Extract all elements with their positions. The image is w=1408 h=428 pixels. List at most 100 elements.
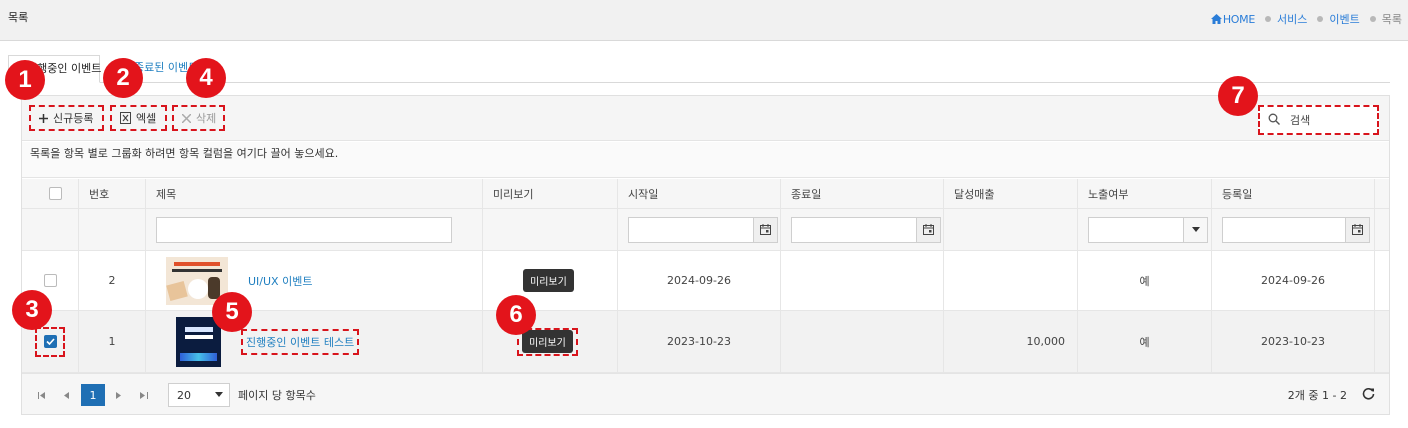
page-info: 2개 중 1 - 2 bbox=[1287, 389, 1347, 402]
row-checkbox[interactable] bbox=[43, 274, 57, 287]
row-sales bbox=[944, 251, 1078, 310]
row-sales: 10,000 bbox=[944, 311, 1078, 372]
first-page-icon[interactable] bbox=[32, 384, 52, 406]
page-size-select[interactable]: 20 bbox=[168, 383, 230, 407]
title-filter-input[interactable] bbox=[156, 216, 452, 243]
row-start-date: 2024-09-26 bbox=[618, 251, 781, 310]
annotation-badge-2: 2 bbox=[103, 58, 143, 98]
page-size-value: 20 bbox=[177, 388, 191, 402]
delete-button-label: 삭제 bbox=[196, 112, 217, 125]
calendar-icon[interactable] bbox=[1345, 217, 1369, 242]
row-registered-date: 2024-09-26 bbox=[1212, 251, 1375, 310]
start-date-filter[interactable] bbox=[628, 216, 778, 243]
row-end-date bbox=[781, 311, 944, 372]
breadcrumb-separator bbox=[1265, 16, 1271, 22]
title-link-highlight: 진행중인 이벤트 테스트 bbox=[241, 328, 360, 355]
last-page-icon[interactable] bbox=[134, 384, 154, 406]
scrollbar-gutter bbox=[1375, 251, 1389, 310]
column-header-preview[interactable]: 미리보기 bbox=[483, 179, 618, 208]
annotation-badge-4: 4 bbox=[186, 58, 226, 98]
filter-cell-registered bbox=[1212, 209, 1375, 250]
filter-cell-exposed bbox=[1078, 209, 1212, 250]
chevron-down-icon bbox=[215, 390, 223, 400]
filter-cell-empty bbox=[22, 209, 79, 250]
scrollbar-gutter bbox=[1375, 179, 1389, 208]
breadcrumb-separator bbox=[1369, 16, 1376, 22]
header-select-all[interactable] bbox=[22, 179, 79, 208]
annotation-badge-6: 6 bbox=[496, 295, 536, 335]
calendar-icon[interactable] bbox=[753, 217, 777, 242]
delete-button[interactable]: 삭제 bbox=[172, 105, 225, 131]
table-filter-row bbox=[22, 209, 1389, 251]
column-header-start-date[interactable]: 시작일 bbox=[618, 179, 781, 208]
filter-cell-empty bbox=[79, 209, 146, 250]
event-grid-panel: 신규등록 엑셀 삭제 목록을 항목 별로 그룹화 하려면 항목 컬럼을 여기다 … bbox=[21, 95, 1390, 415]
column-header-end-date[interactable]: 종료일 bbox=[781, 179, 944, 208]
filter-cell-title bbox=[146, 209, 483, 250]
add-button-label: 신규등록 bbox=[53, 112, 94, 125]
preview-button[interactable]: 미리보기 bbox=[522, 330, 573, 353]
excel-file-icon bbox=[120, 112, 131, 124]
row-number: 2 bbox=[79, 251, 146, 310]
filter-cell-end-date bbox=[781, 209, 944, 250]
annotation-badge-7: 7 bbox=[1218, 76, 1258, 116]
row-number: 1 bbox=[79, 311, 146, 372]
refresh-icon[interactable] bbox=[1362, 387, 1375, 403]
breadcrumb: HOME 서비스 이벤트 목록 bbox=[1210, 11, 1402, 27]
breadcrumb-current: 목록 bbox=[1381, 13, 1402, 26]
scrollbar-gutter bbox=[1375, 209, 1389, 250]
excel-button-label: 엑셀 bbox=[136, 112, 157, 125]
pager: 1 20 페이지 당 항목수 2개 중 1 - 2 bbox=[22, 373, 1389, 414]
chevron-down-icon[interactable] bbox=[1183, 217, 1207, 242]
row-end-date bbox=[781, 251, 944, 310]
plus-icon bbox=[39, 113, 48, 123]
row-title-cell: UI/UX 이벤트 bbox=[146, 251, 483, 310]
page-number-current[interactable]: 1 bbox=[81, 384, 105, 406]
prev-page-icon[interactable] bbox=[56, 384, 76, 406]
column-header-exposed[interactable]: 노출여부 bbox=[1078, 179, 1212, 208]
filter-cell-start-date bbox=[618, 209, 781, 250]
event-thumbnail bbox=[176, 316, 221, 367]
preview-button[interactable]: 미리보기 bbox=[523, 269, 574, 292]
page-title: 목록 bbox=[8, 11, 29, 24]
excel-button[interactable]: 엑셀 bbox=[110, 105, 167, 131]
filter-cell-empty bbox=[944, 209, 1078, 250]
end-date-filter[interactable] bbox=[791, 216, 941, 243]
annotation-badge-3: 3 bbox=[12, 290, 52, 330]
column-header-sales[interactable]: 달성매출 bbox=[944, 179, 1078, 208]
close-icon bbox=[182, 113, 191, 123]
registered-date-filter[interactable] bbox=[1222, 216, 1370, 243]
breadcrumb-service[interactable]: 서비스 bbox=[1277, 11, 1307, 27]
select-all-checkbox[interactable] bbox=[48, 187, 62, 200]
event-title-link[interactable]: UI/UX 이벤트 bbox=[248, 273, 312, 289]
table-header-row: 번호 제목 미리보기 시작일 종료일 달성매출 노출여부 등록일 bbox=[22, 179, 1389, 209]
column-header-no[interactable]: 번호 bbox=[79, 179, 146, 208]
exposed-filter-select[interactable] bbox=[1088, 216, 1208, 243]
breadcrumb-home[interactable]: HOME bbox=[1210, 13, 1255, 26]
row-start-date: 2023-10-23 bbox=[618, 311, 781, 372]
checkmark-icon bbox=[45, 338, 55, 345]
annotation-badge-5: 5 bbox=[212, 292, 252, 332]
scrollbar-gutter bbox=[1375, 311, 1389, 372]
group-drop-area[interactable]: 목록을 항목 별로 그룹화 하려면 항목 컬럼을 여기다 끌어 놓으세요. bbox=[22, 142, 1389, 178]
column-header-registered[interactable]: 등록일 bbox=[1212, 179, 1375, 208]
home-icon bbox=[1210, 14, 1222, 24]
add-button[interactable]: 신규등록 bbox=[29, 105, 104, 131]
row-registered-date: 2023-10-23 bbox=[1212, 311, 1375, 372]
top-bar: 목록 HOME 서비스 이벤트 목록 bbox=[0, 0, 1408, 41]
search-input[interactable] bbox=[1290, 113, 1370, 127]
row-checkbox-highlight bbox=[35, 326, 65, 357]
search-box bbox=[1258, 105, 1379, 135]
column-header-title[interactable]: 제목 bbox=[146, 179, 483, 208]
page-size-label: 페이지 당 항목수 bbox=[238, 389, 316, 402]
annotation-badge-1: 1 bbox=[5, 60, 45, 100]
breadcrumb-event[interactable]: 이벤트 bbox=[1329, 11, 1359, 27]
breadcrumb-separator bbox=[1317, 16, 1324, 22]
row-checkbox-checked[interactable] bbox=[43, 335, 57, 348]
calendar-icon[interactable] bbox=[916, 217, 940, 242]
row-title-cell: 진행중인 이벤트 테스트 bbox=[146, 311, 483, 372]
event-title-link[interactable]: 진행중인 이벤트 테스트 bbox=[246, 334, 354, 350]
search-icon bbox=[1268, 113, 1280, 128]
row-exposed: 예 bbox=[1078, 311, 1212, 372]
next-page-icon[interactable] bbox=[108, 384, 128, 406]
